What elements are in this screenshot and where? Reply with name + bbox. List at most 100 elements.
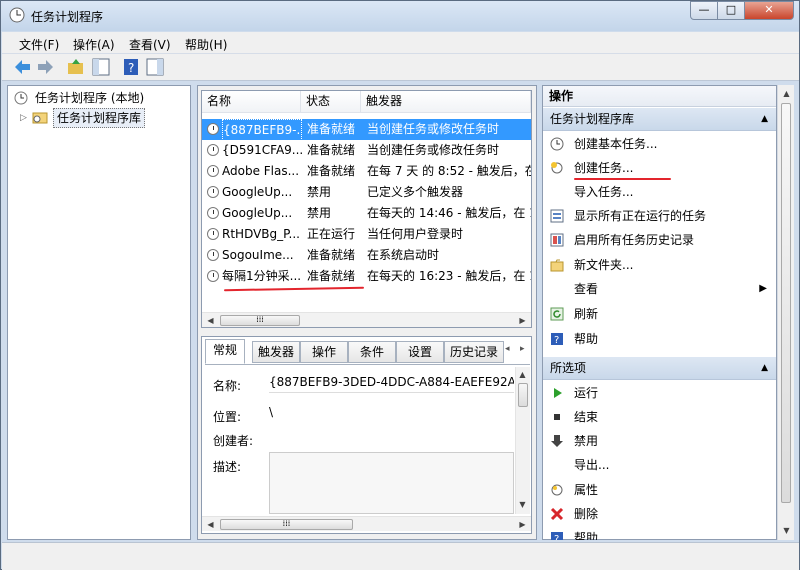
menu-file[interactable]: 文件(F)	[19, 36, 59, 53]
scroll-left-icon[interactable]: ◀	[205, 315, 216, 326]
action-help-selected[interactable]: ? 帮助	[543, 526, 776, 540]
action-end[interactable]: 结束	[543, 405, 776, 429]
menu-bar: 文件(F) 操作(A) 查看(V) 帮助(H)	[2, 32, 799, 54]
clock-icon	[207, 144, 219, 156]
tree-library[interactable]: ▷ 任务计划程序库	[20, 108, 150, 128]
action-delete[interactable]: 删除	[543, 502, 776, 526]
collapse-icon[interactable]: ▲	[761, 108, 768, 131]
tab-actions[interactable]: 操作	[300, 341, 348, 363]
table-row[interactable]: SogouIme... 准备就绪 在系统启动时	[202, 245, 531, 266]
name-field[interactable]: {887BEFB9-3DED-4DDC-A884-EAEFE92A4	[269, 375, 514, 393]
panel-icon[interactable]	[91, 57, 111, 77]
section-library-label: 任务计划程序库	[550, 112, 635, 126]
scroll-right-icon[interactable]: ▶	[517, 315, 528, 326]
task-trigger: 当创建任务或修改任务时	[367, 143, 500, 157]
detail-vertical-scrollbar[interactable]: ▲ ▼	[515, 367, 530, 514]
task-trigger: 当创建任务或修改任务时	[367, 122, 500, 136]
scroll-thumb[interactable]: ⁞⁞⁞	[220, 519, 353, 530]
action-help[interactable]: ? 帮助	[543, 327, 776, 351]
task-trigger: 在系统启动时	[367, 248, 440, 262]
tab-right-icon[interactable]: ▸	[520, 344, 525, 354]
collapse-icon[interactable]: ▲	[761, 357, 768, 380]
folder-icon	[32, 112, 48, 124]
up-folder-icon[interactable]	[66, 57, 86, 77]
scroll-up-icon[interactable]: ▲	[781, 88, 792, 99]
table-row[interactable]: 每隔1分钟采... 准备就绪 在每天的 16:23 - 触发后，在 1	[202, 266, 531, 287]
expand-icon[interactable]: ▷	[20, 109, 27, 127]
action-new-folder[interactable]: 新文件夹...	[543, 253, 776, 277]
clock-icon	[207, 249, 219, 261]
task-status: 准备就绪	[307, 122, 356, 136]
task-trigger: 在每 7 天 的 8:52 - 触发后，在	[367, 164, 531, 178]
section-library[interactable]: 任务计划程序库 ▲	[543, 108, 776, 131]
menu-help[interactable]: 帮助(H)	[185, 36, 227, 53]
back-arrow-icon[interactable]	[12, 57, 32, 77]
task-trigger: 已定义多个触发器	[367, 185, 464, 199]
tree-root-label: 任务计划程序 (本地)	[35, 91, 145, 105]
actions-pane: 操作 任务计划程序库 ▲ 创建基本任务... 创建任务... 导入任务... 显示…	[542, 85, 777, 540]
create-task-icon	[551, 162, 563, 174]
maximize-icon: □	[725, 3, 737, 16]
scroll-down-icon[interactable]: ▼	[781, 525, 792, 536]
scroll-left-icon[interactable]: ◀	[205, 519, 216, 530]
table-row[interactable]: GoogleUp... 禁用 在每天的 14:46 - 触发后，在 1	[202, 203, 531, 224]
action-enable-history[interactable]: 启用所有任务历史记录	[543, 228, 776, 252]
running-tasks-icon	[550, 209, 564, 223]
table-row[interactable]: {887BEFB9-... 准备就绪 当创建任务或修改任务时	[202, 119, 531, 140]
scroll-right-icon[interactable]: ▶	[517, 519, 528, 530]
action-disable[interactable]: 禁用	[543, 429, 776, 453]
action-label: 导入任务...	[574, 185, 634, 199]
forward-arrow-icon[interactable]	[36, 57, 56, 77]
action-view[interactable]: 查看 ▶	[543, 277, 776, 301]
table-row[interactable]: Adobe Flas... 准备就绪 在每 7 天 的 8:52 - 触发后，在	[202, 161, 531, 182]
tab-triggers[interactable]: 触发器	[252, 341, 300, 363]
navigation-tree: 任务计划程序 (本地) ▷ 任务计划程序库	[7, 85, 191, 540]
help-icon[interactable]: ?	[121, 57, 141, 77]
scroll-thumb[interactable]	[781, 103, 791, 503]
maximize-button[interactable]: □	[717, 1, 745, 20]
actions-vertical-scrollbar[interactable]: ▲ ▼	[777, 85, 794, 540]
scroll-up-icon[interactable]: ▲	[517, 369, 528, 380]
table-row[interactable]: RtHDVBg_P... 正在运行 当任何用户登录时	[202, 224, 531, 245]
task-name: GoogleUp...	[222, 185, 293, 199]
tab-left-icon[interactable]: ◂	[505, 344, 510, 354]
author-label: 创建者:	[213, 434, 254, 448]
scroll-down-icon[interactable]: ▼	[517, 499, 528, 510]
column-trigger[interactable]: 触发器	[361, 91, 531, 113]
scroll-thumb[interactable]	[518, 383, 528, 407]
action-run[interactable]: 运行	[543, 381, 776, 405]
minimize-button[interactable]: —	[690, 1, 718, 20]
run-icon	[554, 388, 562, 398]
tab-settings[interactable]: 设置	[396, 341, 444, 363]
action-show-running[interactable]: 显示所有正在运行的任务	[543, 204, 776, 228]
action-import-task[interactable]: 导入任务...	[543, 180, 776, 204]
horizontal-scrollbar[interactable]: ◀ ⁞⁞⁞ ▶	[202, 312, 531, 327]
action-properties[interactable]: 属性	[543, 478, 776, 502]
tree-library-label: 任务计划程序库	[53, 108, 146, 128]
description-field[interactable]	[269, 452, 514, 514]
column-name[interactable]: 名称	[202, 91, 301, 113]
tab-general[interactable]: 常规	[205, 339, 245, 364]
table-row[interactable]: GoogleUp... 禁用 已定义多个触发器	[202, 182, 531, 203]
action-refresh[interactable]: 刷新	[543, 302, 776, 326]
detail-horizontal-scrollbar[interactable]: ◀ ⁞⁞⁞ ▶	[202, 516, 531, 531]
action-create-basic-task[interactable]: 创建基本任务...	[543, 132, 776, 156]
action-export[interactable]: 导出...	[543, 453, 776, 477]
close-button[interactable]: ✕	[744, 1, 794, 20]
action-label: 刷新	[574, 307, 599, 321]
menu-view[interactable]: 查看(V)	[129, 36, 171, 53]
column-status[interactable]: 状态	[301, 91, 361, 113]
table-row[interactable]: {D591CFA9... 准备就绪 当创建任务或修改任务时	[202, 140, 531, 161]
task-status: 禁用	[307, 185, 332, 199]
section-selected[interactable]: 所选项 ▲	[543, 357, 776, 380]
task-status: 准备就绪	[307, 248, 356, 262]
tab-conditions[interactable]: 条件	[348, 341, 396, 363]
scroll-thumb[interactable]: ⁞⁞⁞	[220, 315, 300, 326]
panel-view-icon[interactable]	[145, 57, 165, 77]
action-create-task[interactable]: 创建任务...	[543, 156, 776, 180]
tab-history[interactable]: 历史记录	[444, 341, 504, 363]
tab-divider	[205, 364, 530, 365]
action-label: 运行	[574, 386, 599, 400]
menu-action[interactable]: 操作(A)	[73, 36, 115, 53]
toolbar: ?	[2, 54, 799, 81]
